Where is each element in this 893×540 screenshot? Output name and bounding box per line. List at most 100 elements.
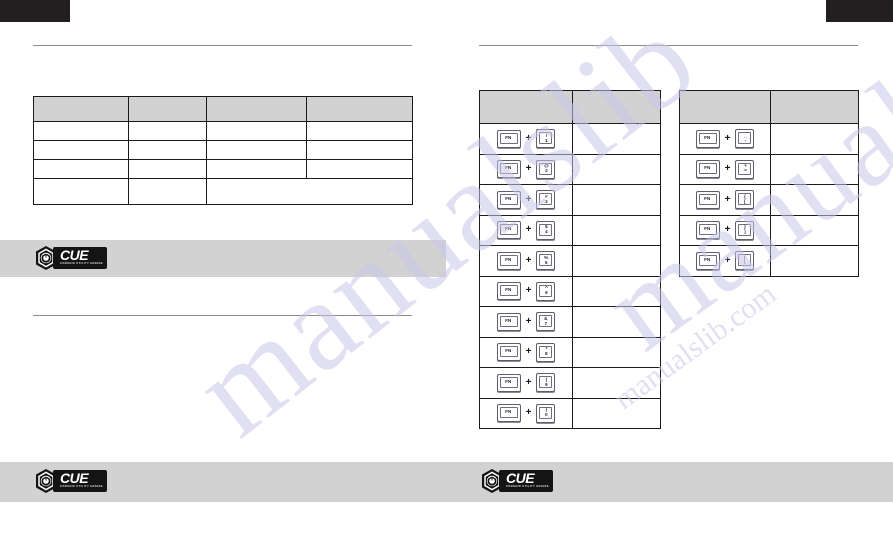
table-header-cell	[770, 90, 859, 124]
keycap-fn-icon: FN	[695, 190, 720, 209]
key-combination: FN + % 5	[480, 246, 572, 276]
table-row	[33, 159, 413, 179]
keycap-key-icon: (9	[536, 373, 556, 393]
key-combination: FN + ^ 6	[480, 277, 572, 307]
keycap-face: ! 1	[539, 132, 553, 145]
key-combination: FN + (9	[480, 368, 572, 398]
table-header-row	[479, 90, 661, 124]
keycap-label: % 5	[543, 254, 548, 265]
keycap-face: {[	[738, 193, 752, 206]
keycap-face: _ -	[738, 132, 752, 145]
keycap-face: FN	[499, 407, 518, 419]
shortcut-combo-cell: FN +}]	[679, 214, 771, 246]
key-combination: FN +}]	[680, 216, 770, 246]
keycap-face: & 7	[539, 315, 553, 328]
keycap-label: FN	[505, 134, 512, 141]
cue-wordmark-text: CUE	[506, 470, 535, 487]
key-combination: FN + #3	[480, 185, 572, 215]
cue-wordmark-subtitle: CORSAIR UTILITY ENGINE	[60, 262, 103, 266]
cue-wordmark-subtitle: CORSAIR UTILITY ENGINE	[506, 485, 549, 489]
keycap-label: @2	[543, 163, 549, 174]
keycap-face: FN	[499, 285, 518, 297]
table-row: FN + | \	[679, 245, 859, 277]
keycap-key-icon: }]	[735, 220, 755, 240]
table-row: FN + {[	[679, 184, 859, 216]
page-header-tab-right	[826, 0, 893, 22]
keycap-label: FN	[505, 409, 512, 416]
keycap-fn-icon: FN	[695, 221, 720, 240]
table-cell	[206, 159, 307, 179]
cue-wordmark: CUE CORSAIR UTILITY ENGINE	[53, 470, 107, 492]
table-header-cell	[206, 96, 307, 122]
plus-icon: +	[525, 407, 532, 419]
table-row: FN +}]	[679, 214, 859, 246]
shortcut-description-cell	[572, 336, 661, 368]
keycap-label: FN	[704, 134, 711, 141]
table-cell	[128, 178, 207, 205]
shortcut-description-cell	[572, 367, 661, 399]
keycap-face: @2	[539, 162, 553, 175]
keycap-label: FN	[505, 256, 512, 263]
keycap-label: #3	[544, 193, 548, 204]
keycap-key-icon: & 7	[536, 312, 556, 332]
keycap-label: FN	[505, 378, 512, 385]
key-combination: FN +) 0	[480, 399, 572, 429]
table-cell	[206, 121, 307, 141]
table-row: FN + #3	[479, 184, 661, 216]
keycap-face: FN	[499, 315, 518, 327]
shortcut-description-cell	[572, 306, 661, 338]
left-page-spec-table	[33, 96, 413, 205]
left-page-rule-top	[33, 45, 412, 46]
plus-icon: +	[525, 132, 532, 144]
keycap-key-icon: + =	[735, 159, 755, 179]
shortcut-combo-cell: FN + @2	[479, 153, 573, 185]
cue-wordmark-text: CUE	[60, 470, 89, 487]
keycap-fn-icon: FN	[695, 129, 720, 148]
table-cell	[128, 159, 207, 179]
keycap-key-icon: ^ 6	[536, 281, 556, 301]
keycap-label: FN	[704, 165, 711, 172]
key-combination: FN + _ -	[680, 124, 770, 154]
keycap-label: {[	[744, 193, 746, 204]
keycap-fn-icon: FN	[496, 312, 521, 331]
shortcut-combo-cell: FN + _ -	[679, 123, 771, 155]
shortcut-combo-cell: FN + {[	[679, 184, 771, 216]
keycap-key-icon: | \	[735, 251, 755, 271]
keycap-fn-icon: FN	[496, 251, 521, 270]
keycap-fn-icon: FN	[496, 160, 521, 179]
table-cell	[33, 178, 129, 205]
table-row: FN + $4	[479, 214, 661, 246]
page-header-tab-left	[0, 0, 70, 22]
keycap-label: FN	[505, 226, 512, 233]
table-row: FN + + =	[679, 153, 859, 185]
plus-icon: +	[525, 163, 532, 175]
key-combination: FN + @2	[480, 155, 572, 185]
keycap-label: FN	[704, 226, 711, 233]
fn-number-shortcut-table: FN + ! 1 FN + @2 FN + #3 FN + $4 FN + % 5 FN + ^ 6 FN + & 7 FN + * 8…	[479, 90, 661, 429]
keycap-face: $4	[539, 223, 553, 236]
key-combination: FN + | \	[680, 246, 770, 276]
plus-icon: +	[525, 346, 532, 358]
keycap-face: FN	[698, 193, 717, 205]
keycap-label: FN	[505, 317, 512, 324]
keycap-face: * 8	[539, 345, 553, 358]
keycap-face: (9	[539, 376, 553, 389]
plus-icon: +	[724, 193, 731, 205]
cue-logo-left-middle: CUE CORSAIR UTILITY ENGINE	[33, 245, 107, 271]
right-page-rule-top	[479, 45, 858, 46]
plus-icon: +	[525, 254, 532, 266]
table-header-cell	[306, 96, 413, 122]
table-row: FN + _ -	[679, 123, 859, 155]
keycap-face: FN	[698, 132, 717, 144]
shortcut-description-cell	[770, 214, 859, 246]
table-header-cell	[479, 90, 573, 124]
keycap-face: FN	[499, 254, 518, 266]
keycap-label: | \	[744, 254, 746, 265]
keycap-label: FN	[505, 165, 512, 172]
table-header-cell	[572, 90, 661, 124]
keycap-label: * 8	[544, 346, 548, 357]
shortcut-combo-cell: FN + * 8	[479, 336, 573, 368]
keycap-face: FN	[698, 224, 717, 236]
keycap-key-icon: % 5	[536, 251, 556, 271]
shortcut-description-cell	[572, 214, 661, 246]
